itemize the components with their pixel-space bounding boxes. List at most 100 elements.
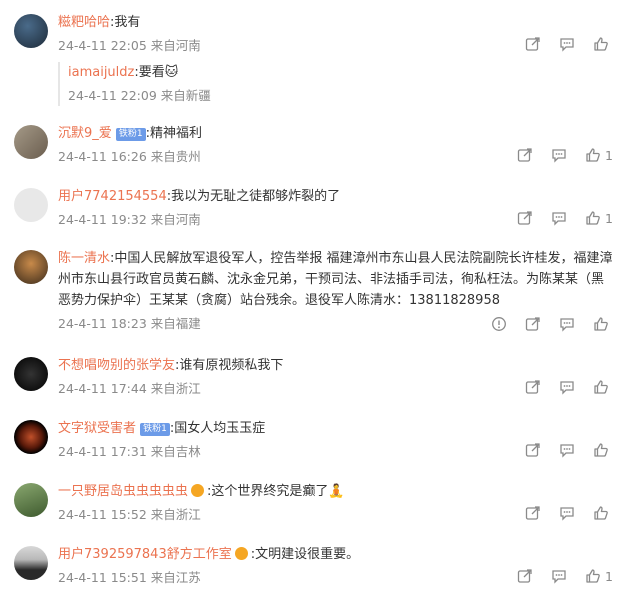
comment-location: 来自浙江 [150, 507, 201, 522]
comment-button[interactable] [559, 505, 575, 521]
like-button[interactable] [593, 379, 613, 395]
avatar[interactable] [14, 188, 48, 222]
like-icon [594, 317, 608, 331]
like-button[interactable]: 1 [585, 147, 613, 163]
comment-icon [552, 212, 566, 226]
avatar[interactable] [14, 250, 48, 284]
reply-block: iamaijuldz:要看🐱 24-4-11 22:09 来自新疆 [58, 62, 578, 106]
comment-username[interactable]: 用户7392597843舒方工作室 [58, 547, 232, 562]
report-button[interactable] [491, 316, 507, 332]
comment-username[interactable]: 一只野居岛虫虫虫虫虫 [58, 484, 188, 499]
share-button[interactable] [517, 568, 533, 584]
comment-text: 中国人民解放军退役军人，控告举报 福建漳州市东山县人民法院副院长许桂发，福建漳州… [58, 251, 613, 308]
like-button[interactable] [593, 36, 613, 52]
avatar[interactable] [14, 14, 48, 48]
share-icon [525, 37, 540, 51]
like-button[interactable]: 1 [585, 210, 613, 226]
share-button[interactable] [525, 36, 541, 52]
share-icon [517, 148, 532, 162]
share-button[interactable] [525, 316, 541, 332]
comment-text: 我以为无耻之徒都够炸裂的了 [171, 189, 341, 204]
reply-username[interactable]: iamaijuldz [68, 65, 134, 80]
comment-text: 精神福利 [150, 126, 203, 141]
comment-icon [560, 444, 574, 458]
comment-username[interactable]: 糍粑哈哈 [58, 15, 110, 30]
vip-crown-icon [191, 484, 205, 497]
comment-actions [525, 36, 613, 52]
comment-button[interactable] [559, 36, 575, 52]
comment-item: 用户7742154554:我以为无耻之徒都够炸裂的了 24-4-11 19:32… [0, 186, 627, 244]
comment-actions [491, 316, 613, 332]
comment-username[interactable]: 不想唱吻别的张学友 [58, 358, 175, 373]
avatar[interactable] [14, 357, 48, 391]
share-button[interactable] [525, 505, 541, 521]
like-icon [586, 211, 600, 225]
comment-time: 24-4-11 18:23 [58, 316, 147, 331]
share-button[interactable] [517, 147, 533, 163]
comment-button[interactable] [551, 568, 567, 584]
share-icon [517, 211, 532, 225]
share-button[interactable] [525, 442, 541, 458]
comment-time: 24-4-11 22:05 [58, 38, 147, 53]
comment-item: 不想唱吻别的张学友:谁有原视频私我下 24-4-11 17:44 来自浙江 [0, 355, 627, 413]
like-button[interactable] [593, 442, 613, 458]
share-button[interactable] [525, 379, 541, 395]
comment-button[interactable] [551, 210, 567, 226]
comment-time: 24-4-11 19:32 [58, 212, 147, 227]
comment-item: 一只野居岛虫虫虫虫虫:这个世界终究是癫了🧘 24-4-11 15:52 来自浙江 [0, 481, 627, 539]
comment-username[interactable]: 陈一清水 [58, 251, 110, 266]
comment-actions: 1 [517, 210, 613, 226]
cat-emoji-icon: 🐱 [164, 65, 179, 80]
comment-icon [552, 149, 566, 163]
avatar[interactable] [14, 483, 48, 517]
like-icon [586, 569, 600, 583]
comment-time: 24-4-11 15:51 [58, 570, 147, 585]
share-icon [525, 443, 540, 457]
comment-location: 来自河南 [150, 38, 201, 53]
comment-username[interactable]: 用户7742154554 [58, 189, 167, 204]
comment-text: 我有 [114, 15, 141, 30]
comment-item: 文字狱受害者 铁粉1:国女人均玉玉症 24-4-11 17:31 来自吉林 [0, 418, 627, 476]
comment-actions [525, 379, 613, 395]
comment-text: 文明建设很重要。 [255, 547, 360, 562]
comment-location: 来自贵州 [150, 149, 201, 164]
report-icon [492, 317, 506, 331]
reply-text: 要看 [138, 65, 165, 80]
share-icon [525, 317, 540, 331]
comment-button[interactable] [559, 316, 575, 332]
reply-time: 24-4-11 22:09 [68, 88, 157, 103]
meditate-emoji-icon: 🧘 [328, 484, 345, 499]
comment-text: 国女人均玉玉症 [174, 421, 266, 436]
avatar[interactable] [14, 125, 48, 159]
comment-item: 陈一清水:中国人民解放军退役军人，控告举报 福建漳州市东山县人民法院副院长许桂发… [0, 248, 627, 340]
avatar[interactable] [14, 546, 48, 580]
comment-time: 24-4-11 15:52 [58, 507, 147, 522]
like-count: 1 [605, 210, 613, 226]
comment-icon [560, 318, 574, 332]
comment-item: 沉默9_爱 铁粉1:精神福利 24-4-11 16:26 来自贵州 1 [0, 123, 627, 181]
avatar[interactable] [14, 420, 48, 454]
comment-text: 这个世界终究是癫了 [211, 484, 329, 499]
like-icon [594, 37, 608, 51]
comment-username[interactable]: 文字狱受害者 [58, 421, 136, 436]
comment-actions [525, 505, 613, 521]
like-icon [594, 443, 608, 457]
comment-icon [560, 38, 574, 52]
like-button[interactable] [593, 316, 613, 332]
comment-time: 24-4-11 16:26 [58, 149, 147, 164]
comment-location: 来自浙江 [150, 381, 201, 396]
comment-button[interactable] [559, 379, 575, 395]
like-count: 1 [605, 568, 613, 584]
like-icon [586, 148, 600, 162]
like-button[interactable]: 1 [585, 568, 613, 584]
comment-username[interactable]: 沉默9_爱 [58, 126, 112, 141]
share-icon [517, 569, 532, 583]
comment-button[interactable] [559, 442, 575, 458]
like-button[interactable] [593, 505, 613, 521]
comment-button[interactable] [551, 147, 567, 163]
comment-icon [560, 381, 574, 395]
comment-item: 用户7392597843舒方工作室:文明建设很重要。 24-4-11 15:51… [0, 544, 627, 602]
comment-actions: 1 [517, 147, 613, 163]
like-icon [594, 506, 608, 520]
share-button[interactable] [517, 210, 533, 226]
